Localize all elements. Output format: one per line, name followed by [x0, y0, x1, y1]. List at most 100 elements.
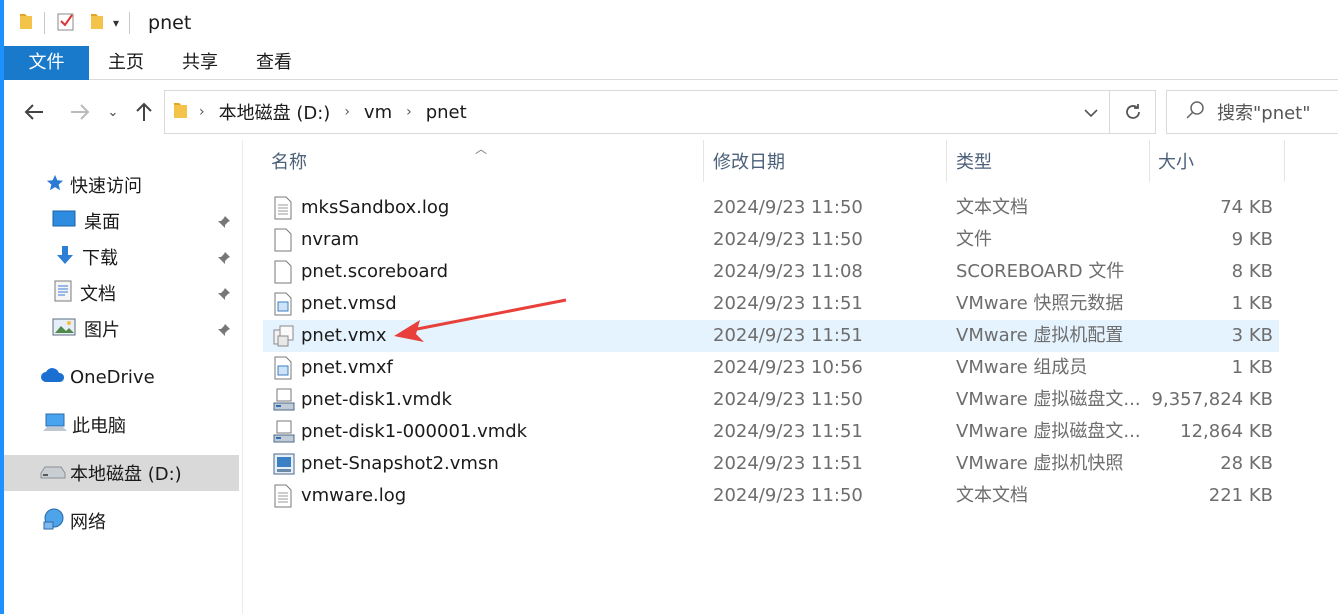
column-header-date[interactable]: 修改日期 — [713, 140, 943, 182]
address-row: ⌄ › 本地磁盘 (D:) › vm › pnet 搜索"pnet" — [4, 88, 1338, 136]
tab-file[interactable]: 文件 — [4, 46, 89, 80]
file-row[interactable]: pnet.vmsd 2024/9/23 11:51 VMware 快照元数据 1… — [263, 288, 1279, 320]
vmware-file-icon — [273, 292, 293, 316]
sidebar-item-documents[interactable]: 文档 — [4, 275, 239, 311]
sidebar-item-this-pc[interactable]: 此电脑 — [4, 407, 239, 443]
text-file-icon — [273, 484, 293, 508]
pin-icon[interactable] — [217, 249, 231, 270]
search-input[interactable]: 搜索"pnet" — [1217, 99, 1311, 125]
file-name: mksSandbox.log — [301, 197, 450, 218]
file-date: 2024/9/23 11:51 — [713, 421, 863, 442]
pin-icon[interactable] — [217, 213, 231, 234]
file-date: 2024/9/23 11:50 — [713, 229, 863, 250]
forward-arrow-icon[interactable] — [64, 96, 96, 128]
file-date: 2024/9/23 11:08 — [713, 261, 863, 282]
ribbon-tabs: 文件 主页 共享 查看 — [4, 46, 1338, 80]
file-row[interactable]: vmware.log 2024/9/23 11:50 文本文档 221 KB — [263, 480, 1279, 512]
column-separator[interactable] — [946, 140, 947, 182]
title-bar: ▾ pnet — [4, 0, 1338, 46]
folder-icon — [173, 100, 189, 124]
tab-view[interactable]: 查看 — [237, 46, 311, 80]
sidebar-item-pictures[interactable]: 图片 — [4, 311, 239, 347]
file-type: VMware 虚拟磁盘文... — [956, 389, 1141, 410]
file-list: ︿ 名称 修改日期 类型 大小 mksSandbox.log 2024/9/23… — [243, 140, 1338, 614]
file-size: 8 KB — [1231, 261, 1273, 282]
file-date: 2024/9/23 11:51 — [713, 325, 863, 346]
column-header-name[interactable]: 名称 — [271, 140, 701, 182]
file-name: pnet.vmxf — [301, 357, 393, 378]
breadcrumb-vm[interactable]: vm — [364, 102, 392, 123]
chevron-right-icon[interactable]: › — [406, 104, 412, 120]
chevron-right-icon[interactable]: › — [344, 104, 350, 120]
blank-file-icon — [273, 260, 293, 284]
network-icon — [42, 508, 66, 535]
star-icon — [46, 174, 64, 197]
vmware-file-icon — [273, 356, 293, 380]
cloud-icon — [40, 366, 66, 389]
file-row-selected[interactable]: pnet.vmx 2024/9/23 11:51 VMware 虚拟机配置 3 … — [263, 320, 1279, 352]
title-separator — [129, 12, 131, 34]
up-arrow-icon[interactable] — [130, 96, 158, 128]
file-date: 2024/9/23 11:50 — [713, 389, 863, 410]
tab-home[interactable]: 主页 — [89, 46, 163, 80]
file-type: 文件 — [956, 229, 992, 250]
pin-icon[interactable] — [217, 285, 231, 306]
file-type: VMware 虚拟机快照 — [956, 453, 1124, 474]
file-size: 3 KB — [1231, 325, 1273, 346]
file-size: 9 KB — [1231, 229, 1273, 250]
file-name: vmware.log — [301, 485, 407, 506]
column-header-size[interactable]: 大小 — [1158, 140, 1278, 182]
properties-checkmark-icon[interactable] — [55, 10, 77, 36]
back-arrow-icon[interactable] — [18, 96, 50, 128]
file-name: pnet.vmsd — [301, 293, 397, 314]
recent-locations-chevron-icon[interactable]: ⌄ — [104, 96, 122, 128]
file-row[interactable]: mksSandbox.log 2024/9/23 11:50 文本文档 74 K… — [263, 192, 1279, 224]
chevron-right-icon[interactable]: › — [199, 104, 205, 120]
sidebar-item-network[interactable]: 网络 — [4, 503, 239, 539]
new-folder-icon[interactable] — [89, 11, 105, 35]
file-row[interactable]: nvram 2024/9/23 11:50 文件 9 KB — [263, 224, 1279, 256]
sidebar-item-desktop[interactable]: 桌面 — [4, 203, 239, 239]
sidebar-item-local-disk-d[interactable]: 本地磁盘 (D:) — [4, 455, 239, 491]
sidebar-item-quick-access[interactable]: 快速访问 — [4, 167, 239, 203]
file-row[interactable]: pnet.scoreboard 2024/9/23 11:08 SCOREBOA… — [263, 256, 1279, 288]
file-row[interactable]: pnet-disk1.vmdk 2024/9/23 11:50 VMware 虚… — [263, 384, 1279, 416]
file-name: pnet-Snapshot2.vmsn — [301, 453, 499, 474]
qat-separator — [44, 12, 45, 34]
file-size: 1 KB — [1231, 357, 1273, 378]
snapshot-file-icon — [273, 452, 295, 476]
navigation-pane: 快速访问 桌面 下载 文档 图片 OneDrive 此电脑 本地磁盘 (D:) … — [4, 140, 242, 614]
file-row[interactable]: pnet-disk1-000001.vmdk 2024/9/23 11:51 V… — [263, 416, 1279, 448]
column-header-type[interactable]: 类型 — [956, 140, 1146, 182]
address-bar[interactable]: › 本地磁盘 (D:) › vm › pnet — [164, 90, 1110, 134]
file-name: pnet-disk1-000001.vmdk — [301, 421, 528, 442]
breadcrumb-pnet[interactable]: pnet — [426, 102, 467, 123]
address-history-chevron-icon[interactable] — [1083, 103, 1099, 122]
column-separator[interactable] — [1149, 140, 1150, 182]
sidebar-item-onedrive[interactable]: OneDrive — [4, 359, 239, 395]
column-separator[interactable] — [1284, 140, 1285, 182]
file-size: 1 KB — [1231, 293, 1273, 314]
file-type: VMware 快照元数据 — [956, 293, 1124, 314]
column-separator[interactable] — [703, 140, 704, 182]
sidebar-item-downloads[interactable]: 下载 — [4, 239, 239, 275]
file-type: 文本文档 — [956, 485, 1028, 506]
file-name: pnet.scoreboard — [301, 261, 449, 282]
tab-share[interactable]: 共享 — [163, 46, 237, 80]
breadcrumb-drive[interactable]: 本地磁盘 (D:) — [219, 99, 331, 125]
qat-dropdown-icon[interactable]: ▾ — [113, 16, 119, 30]
disk-file-icon — [273, 420, 295, 444]
file-name: pnet-disk1.vmdk — [301, 389, 452, 410]
file-size: 74 KB — [1220, 197, 1273, 218]
disk-file-icon — [273, 388, 295, 412]
search-box[interactable]: 搜索"pnet" — [1166, 90, 1338, 134]
file-date: 2024/9/23 11:51 — [713, 453, 863, 474]
pin-icon[interactable] — [217, 321, 231, 342]
search-icon — [1185, 100, 1205, 124]
file-row[interactable]: pnet.vmxf 2024/9/23 10:56 VMware 组成员 1 K… — [263, 352, 1279, 384]
document-icon — [54, 280, 72, 307]
file-type: VMware 虚拟磁盘文... — [956, 421, 1141, 442]
refresh-icon[interactable] — [1110, 90, 1156, 134]
file-row[interactable]: pnet-Snapshot2.vmsn 2024/9/23 11:51 VMwa… — [263, 448, 1279, 480]
window-title: pnet — [148, 12, 192, 34]
